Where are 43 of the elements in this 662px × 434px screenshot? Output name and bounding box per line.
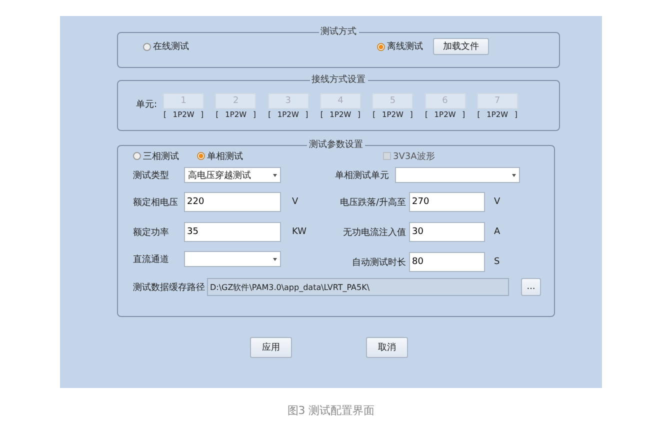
field-label: 测试数据缓存路径 <box>133 282 205 294</box>
radio-button[interactable] <box>197 152 205 160</box>
field-label: 额定相电压 <box>133 196 179 208</box>
field-label: 额定功率 <box>133 226 170 238</box>
path-field[interactable]: D:\GZ软件\PAM3.0\app_data\LVRT_PA5K\ <box>207 278 509 296</box>
group-title: 接线方式设置 <box>310 76 366 84</box>
dialog-button[interactable]: 取消 <box>366 337 408 358</box>
radio-label[interactable]: 在线测试 <box>153 40 189 53</box>
radio-label[interactable]: 三相测试 <box>143 150 179 162</box>
input-field[interactable]: 35 <box>184 222 281 242</box>
radio-label[interactable]: 离线测试 <box>387 40 423 53</box>
unit-text: KW <box>292 227 306 237</box>
load-file-button[interactable]: 加载文件 <box>433 38 489 55</box>
unit-text: V <box>292 197 298 207</box>
field-label: 单相测试单元 <box>334 170 389 182</box>
dropdown[interactable]: 高电压穿越测试 <box>184 167 281 183</box>
field-label: 电压跌落/升高至 <box>338 196 406 208</box>
radio-button[interactable] <box>377 42 385 50</box>
unit-text: A <box>494 227 500 237</box>
radio-label[interactable]: 单相测试 <box>207 150 243 162</box>
group-title: 测试方式 <box>320 28 358 36</box>
caret-icon <box>512 174 516 176</box>
radio-button[interactable] <box>133 152 141 160</box>
dropdown[interactable] <box>184 251 281 267</box>
radio-button[interactable] <box>143 42 151 50</box>
browse-button[interactable]: ... <box>521 278 541 296</box>
field-label: 无功电流注入值 <box>342 226 406 238</box>
caret-icon <box>273 258 277 260</box>
field-label: 自动测试时长 <box>351 256 406 268</box>
input-field[interactable]: 80 <box>409 252 485 272</box>
field-label: 直流通道 <box>133 254 170 266</box>
dropdown[interactable] <box>395 167 520 183</box>
field-label: 测试类型 <box>133 170 170 182</box>
dialog-button[interactable]: 应用 <box>250 337 292 358</box>
input-field[interactable]: 270 <box>409 192 485 212</box>
group-title: 测试参数设置 <box>308 141 364 149</box>
unit-text: V <box>494 197 500 207</box>
input-field[interactable]: 30 <box>409 222 485 242</box>
figure-caption: 图3 测试配置界面 <box>287 404 375 417</box>
unit-text: S <box>494 257 500 267</box>
unit-label: 单元: <box>136 98 158 111</box>
caret-icon <box>273 174 277 176</box>
input-field[interactable]: 220 <box>184 192 281 212</box>
